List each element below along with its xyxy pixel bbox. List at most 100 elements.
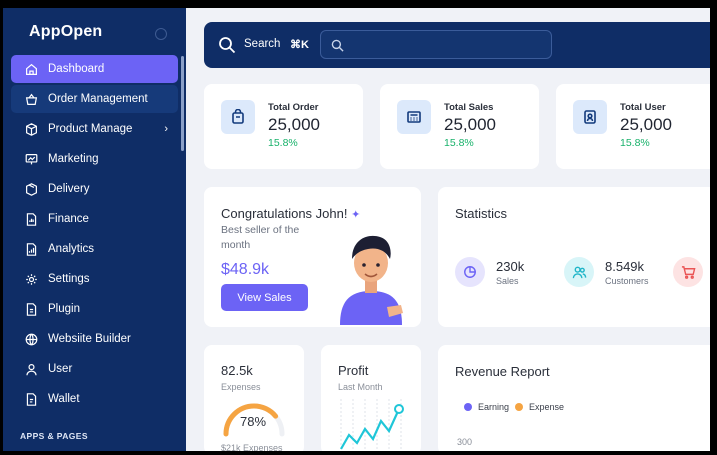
party-icon: ✦ xyxy=(351,209,361,221)
stat-change: 15.8% xyxy=(620,137,650,149)
profit-line xyxy=(340,408,401,450)
sidebar-item-user[interactable]: User xyxy=(11,355,178,383)
sidebar-item-label: Marketing xyxy=(48,153,99,165)
sidebar-item-label: Websiite Builder xyxy=(48,333,131,345)
sidebar-item-website-builder[interactable]: Websiite Builder xyxy=(11,325,178,353)
sidebar-item-analytics[interactable]: Analytics xyxy=(11,235,178,263)
wallet-icon xyxy=(26,392,37,406)
stat-title: Total Sales xyxy=(444,102,494,113)
congrats-subtitle: Best seller of the month xyxy=(221,224,300,251)
stat-change: 15.8% xyxy=(444,137,474,149)
stat-value: 25,000 xyxy=(444,115,496,134)
sidebar-section-label: APPS & PAGES xyxy=(20,431,88,441)
sidebar-scrollbar[interactable] xyxy=(181,56,184,151)
sidebar-toggle-icon[interactable] xyxy=(155,28,167,40)
plugin-icon xyxy=(26,302,37,316)
sidebar-item-order-management[interactable]: Order Management xyxy=(11,85,178,113)
sidebar-item-wallet[interactable]: Wallet xyxy=(11,385,178,413)
box-icon xyxy=(26,122,37,136)
legend-label: Expense xyxy=(529,402,565,412)
sidebar-item-label: Analytics xyxy=(48,243,95,255)
sidebar-item-settings[interactable]: Settings xyxy=(11,265,178,293)
stat-card-total-order[interactable]: Total Order 25,000 15.8% xyxy=(204,84,363,169)
stat-change: 15.8% xyxy=(268,137,298,149)
congrats-title: Congratulations John! ✦ xyxy=(221,206,361,221)
expenses-value: 82.5k xyxy=(221,363,253,378)
search-shortcut: ⌘K xyxy=(290,39,309,51)
users-icon xyxy=(564,257,594,287)
search-input-icon xyxy=(331,39,344,52)
avatar-illustration xyxy=(340,235,403,325)
expenses-card: 82.5k Expenses 78% $21k Expenses xyxy=(204,345,304,451)
search-input[interactable] xyxy=(320,30,552,59)
profit-title: Profit xyxy=(338,363,369,378)
axis-tick-label: 300 xyxy=(457,437,473,447)
legend-expense: Expense xyxy=(515,402,564,412)
statistic-label: Sales xyxy=(496,276,519,286)
profit-marker xyxy=(394,404,404,414)
congrats-amount: $48.9k xyxy=(221,261,270,278)
sidebar-item-label: Delivery xyxy=(48,183,90,195)
congrats-card: Congratulations John! ✦ Best seller of t… xyxy=(204,187,421,327)
sidebar-item-marketing[interactable]: Marketing xyxy=(11,145,178,173)
sidebar-item-label: Finance xyxy=(48,213,89,225)
statistic-value: 8.549k xyxy=(605,259,645,274)
basket-icon xyxy=(25,93,38,105)
statistic-label: Customers xyxy=(605,276,649,286)
search-label[interactable]: Search xyxy=(244,38,280,50)
user-icon xyxy=(26,363,37,375)
revenue-card: Revenue Report Earning Expense 300 xyxy=(438,345,710,451)
search-icon[interactable] xyxy=(218,36,236,54)
legend-label: Earning xyxy=(478,402,510,412)
stat-card-total-user[interactable]: Total User 25,000 15.8% xyxy=(556,84,710,169)
sidebar-item-plugin[interactable]: Plugin xyxy=(11,295,178,323)
sidebar-item-label: Settings xyxy=(48,273,90,285)
user-badge-icon xyxy=(573,100,607,134)
profit-sparkline xyxy=(340,399,404,451)
legend-dot xyxy=(515,403,523,411)
statistics-title: Statistics xyxy=(455,206,508,221)
cart-icon xyxy=(673,257,703,287)
stat-value: 25,000 xyxy=(620,115,672,134)
bag-icon xyxy=(221,100,255,134)
sidebar-item-finance[interactable]: Finance xyxy=(11,205,178,233)
stat-title: Total User xyxy=(620,102,666,113)
sidebar-item-label: Dashboard xyxy=(48,63,105,75)
sidebar-item-label: Wallet xyxy=(48,393,80,405)
analytics-icon xyxy=(26,242,37,256)
stat-value: 25,000 xyxy=(268,115,320,134)
stat-card-total-sales[interactable]: Total Sales 25,000 15.8% xyxy=(380,84,539,169)
chevron-right-icon: › xyxy=(164,123,168,135)
home-icon xyxy=(26,63,37,75)
sidebar-item-label: Plugin xyxy=(48,303,80,315)
app-window: AppOpen Dashboard Order Management Produ… xyxy=(3,8,710,451)
profit-card: Profit Last Month xyxy=(321,345,421,451)
legend-dot xyxy=(464,403,472,411)
statistic-value: 230k xyxy=(496,259,525,274)
globe-icon xyxy=(25,333,38,345)
profit-subtitle: Last Month xyxy=(338,382,383,392)
expenses-label: Expenses xyxy=(221,382,261,392)
stat-title: Total Order xyxy=(268,102,319,113)
package-icon xyxy=(26,182,37,196)
topbar: Search ⌘K xyxy=(204,22,710,68)
pie-chart-icon xyxy=(455,257,485,287)
revenue-title: Revenue Report xyxy=(455,364,550,379)
calculator-icon xyxy=(397,100,431,134)
sidebar-item-product-manage[interactable]: Product Manage › xyxy=(11,115,178,143)
document-icon xyxy=(26,212,37,226)
sidebar-nav: Dashboard Order Management Product Manag… xyxy=(11,55,178,415)
presentation-icon xyxy=(25,153,38,164)
sidebar-item-label: User xyxy=(48,363,73,375)
sidebar-item-label: Order Management xyxy=(48,93,148,105)
statistics-card: Statistics 230k Sales 8.549k Customers xyxy=(438,187,710,327)
sidebar-item-dashboard[interactable]: Dashboard xyxy=(11,55,178,83)
sidebar-item-label: Product Manage xyxy=(48,123,133,135)
sidebar: AppOpen Dashboard Order Management Produ… xyxy=(3,8,186,451)
view-sales-button[interactable]: View Sales xyxy=(221,284,308,311)
expenses-sub: $21k Expenses xyxy=(221,443,283,451)
expenses-percent: 78% xyxy=(240,414,267,429)
brand-logo[interactable]: AppOpen xyxy=(29,23,102,41)
sidebar-item-delivery[interactable]: Delivery xyxy=(11,175,178,203)
legend-earning: Earning xyxy=(464,402,509,412)
